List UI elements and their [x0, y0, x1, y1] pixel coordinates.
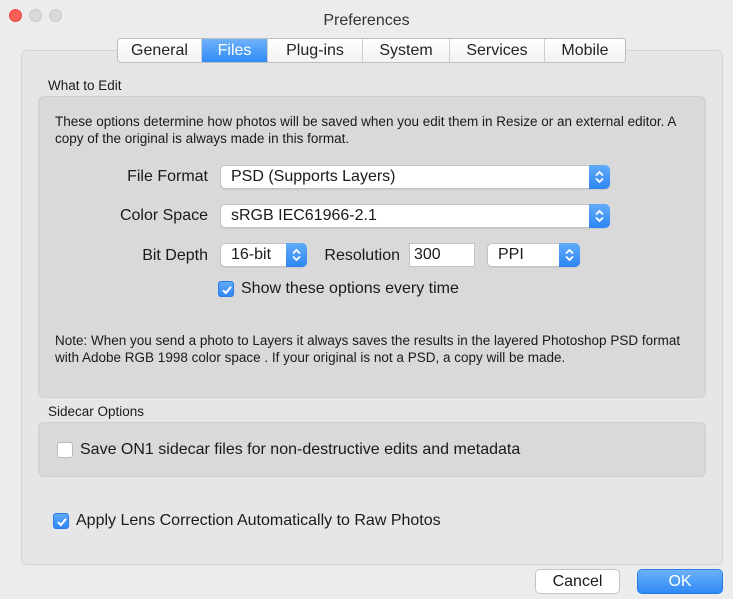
save-sidecar-checkbox[interactable] [57, 442, 73, 458]
sidecar-options-label: Sidecar Options [48, 404, 145, 419]
cancel-button[interactable]: Cancel [535, 569, 620, 594]
show-options-label: Show these options every time [241, 280, 459, 297]
window-title: Preferences [323, 12, 410, 29]
tab-services[interactable]: Services [450, 39, 545, 62]
resolution-input[interactable]: 300 [409, 243, 475, 267]
popup-arrows-icon [559, 243, 580, 267]
bit-depth-label: Bit Depth [142, 247, 208, 264]
file-format-value: PSD (Supports Layers) [231, 168, 396, 185]
bit-depth-value: 16-bit [231, 246, 272, 263]
bit-depth-popup[interactable]: 16-bit [220, 243, 307, 267]
tab-bar: General Files Plug-ins System Services M… [117, 38, 626, 63]
lens-correction-label: Apply Lens Correction Automatically to R… [76, 512, 441, 529]
layers-note: Note: When you send a photo to Layers it… [55, 333, 681, 365]
tab-files[interactable]: Files [202, 39, 268, 62]
save-sidecar-label: Save ON1 sidecar files for non-destructi… [80, 441, 521, 458]
what-to-edit-description: These options determine how photos will … [55, 114, 676, 146]
resolution-label: Resolution [324, 247, 400, 264]
title-bar: Preferences [0, 0, 733, 38]
tab-mobile[interactable]: Mobile [545, 39, 625, 62]
ok-button[interactable]: OK [637, 569, 723, 594]
checkmark-icon [222, 286, 232, 295]
resolution-unit-popup[interactable]: PPI [487, 243, 580, 267]
color-space-popup[interactable]: sRGB IEC61966-2.1 [220, 204, 610, 228]
resolution-value: 300 [414, 246, 441, 263]
popup-arrows-icon [589, 204, 610, 228]
show-options-checkbox[interactable] [218, 281, 234, 297]
tab-system[interactable]: System [363, 39, 450, 62]
color-space-value: sRGB IEC61966-2.1 [231, 207, 377, 224]
tab-general[interactable]: General [118, 39, 202, 62]
file-format-label: File Format [127, 168, 208, 185]
popup-arrows-icon [286, 243, 307, 267]
popup-arrows-icon [589, 165, 610, 189]
file-format-popup[interactable]: PSD (Supports Layers) [220, 165, 610, 189]
checkmark-icon [57, 518, 67, 527]
resolution-unit-value: PPI [498, 246, 524, 263]
color-space-label: Color Space [119, 207, 208, 224]
tab-plug-ins[interactable]: Plug-ins [268, 39, 363, 62]
lens-correction-checkbox[interactable] [53, 513, 69, 529]
what-to-edit-label: What to Edit [48, 78, 122, 93]
